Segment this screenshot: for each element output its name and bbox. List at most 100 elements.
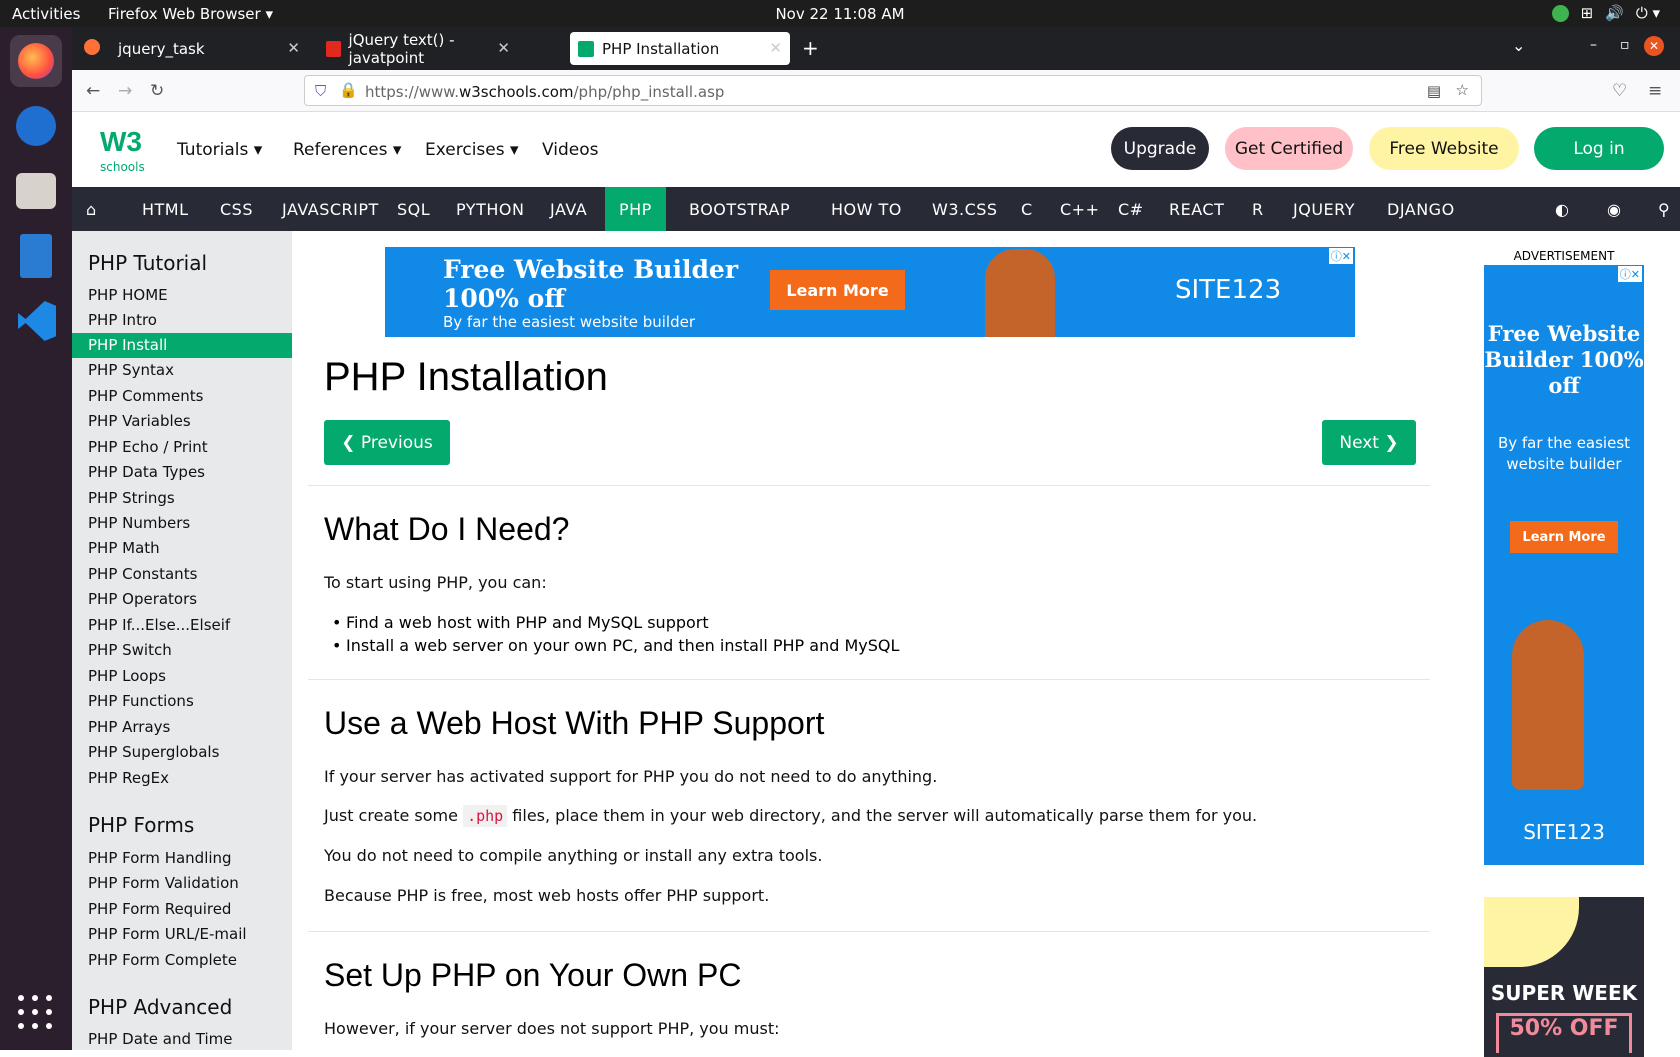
ad-title-line2: 100% off: [443, 284, 565, 313]
firefox-dock-icon[interactable]: [10, 35, 62, 87]
close-tab-icon[interactable]: ✕: [287, 39, 300, 57]
sidebar-item[interactable]: PHP Operators: [72, 587, 292, 612]
globe-icon[interactable]: ◉: [1593, 187, 1635, 231]
sidebar-item[interactable]: PHP Loops: [72, 664, 292, 689]
sidebar-item[interactable]: PHP Data Types: [72, 460, 292, 485]
sidebar-item[interactable]: PHP Functions: [72, 689, 292, 714]
tab-php-installation[interactable]: PHP Installation ✕: [570, 32, 790, 65]
sidebar-heading-forms: PHP Forms: [88, 813, 195, 837]
list-tabs-icon[interactable]: ⌄: [1512, 36, 1525, 55]
tab-javatpoint[interactable]: jQuery text() - javatpoint ✕: [318, 31, 518, 67]
new-tab-button[interactable]: +: [802, 36, 819, 60]
ad-close-icon[interactable]: ⓘ✕: [1617, 266, 1642, 282]
menu-videos[interactable]: Videos: [542, 140, 599, 160]
sidebar-item[interactable]: PHP RegEx: [72, 766, 292, 791]
topnav-w3css[interactable]: W3.CSS: [918, 187, 1012, 231]
reader-view-icon[interactable]: ▤: [1427, 82, 1441, 100]
sidebar-item-active[interactable]: PHP Install: [72, 333, 292, 358]
login-button[interactable]: Log in: [1534, 127, 1664, 170]
topnav-react[interactable]: REACT: [1155, 187, 1238, 231]
topnav-csharp[interactable]: C#: [1104, 187, 1158, 231]
tab-jquery-task[interactable]: jquery_task ✕: [108, 32, 308, 65]
paragraph: You do not need to compile anything or i…: [324, 846, 823, 865]
ad-close-icon[interactable]: ⓘ✕: [1328, 248, 1353, 264]
sidebar-item[interactable]: PHP HOME: [72, 283, 292, 308]
sidebar-item[interactable]: PHP Numbers: [72, 511, 292, 536]
sidebar-item[interactable]: PHP Form Complete: [72, 948, 292, 973]
banner-ad[interactable]: Free Website Builder 100% off By far the…: [385, 247, 1355, 337]
dark-mode-icon[interactable]: ◐: [1541, 187, 1583, 231]
close-window-button[interactable]: ✕: [1644, 36, 1664, 56]
tracking-shield-icon[interactable]: ⛉: [315, 82, 326, 100]
url-bar[interactable]: ⛉ 🔒 https://www.w3schools.com/php/php_in…: [304, 75, 1482, 106]
get-certified-button[interactable]: Get Certified: [1225, 127, 1353, 170]
sidebar-item[interactable]: PHP Switch: [72, 638, 292, 663]
sidebar-item[interactable]: PHP Form Validation: [72, 871, 292, 896]
sidebar-item[interactable]: PHP Arrays: [72, 715, 292, 740]
sidebar-item[interactable]: PHP Intro: [72, 308, 292, 333]
menu-icon[interactable]: ≡: [1648, 81, 1662, 101]
topnav-css[interactable]: CSS: [206, 187, 267, 231]
sidebar-item[interactable]: PHP Date and Time: [72, 1027, 292, 1052]
sidebar-item[interactable]: PHP Math: [72, 536, 292, 561]
upgrade-button[interactable]: Upgrade: [1111, 127, 1209, 170]
topnav-javascript[interactable]: JAVASCRIPT: [268, 187, 393, 231]
show-apps-button[interactable]: [18, 995, 54, 1031]
lock-icon[interactable]: 🔒: [339, 81, 358, 99]
ad-learn-more-button[interactable]: Learn More: [1510, 521, 1618, 553]
back-button[interactable]: ←: [86, 81, 100, 101]
previous-button[interactable]: ❮ Previous: [324, 420, 450, 465]
topnav-r[interactable]: R: [1238, 187, 1278, 231]
home-icon[interactable]: ⌂: [72, 187, 111, 231]
topnav-django[interactable]: DJANGO: [1373, 187, 1469, 231]
close-tab-icon[interactable]: ✕: [497, 39, 510, 57]
topnav-python[interactable]: PYTHON: [442, 187, 538, 231]
bookmark-star-icon[interactable]: ☆: [1456, 81, 1469, 99]
sidebar-item[interactable]: PHP Echo / Print: [72, 435, 292, 460]
vscode-dock-icon[interactable]: [10, 295, 62, 347]
writer-dock-icon[interactable]: [10, 230, 62, 282]
topnav-java[interactable]: JAVA: [536, 187, 601, 231]
pocket-icon[interactable]: ♡: [1612, 81, 1627, 101]
sidebar-item[interactable]: PHP Comments: [72, 384, 292, 409]
app-menu[interactable]: Firefox Web Browser ▾: [108, 5, 273, 23]
maximize-button[interactable]: ▫: [1620, 37, 1630, 53]
menu-exercises[interactable]: Exercises ▾: [425, 140, 519, 160]
topnav-bootstrap[interactable]: BOOTSTRAP: [675, 187, 804, 231]
sidebar-item[interactable]: PHP Constants: [72, 562, 292, 587]
topnav-sql[interactable]: SQL: [383, 187, 444, 231]
topnav-php[interactable]: PHP: [605, 187, 666, 231]
files-dock-icon[interactable]: [10, 165, 62, 217]
thunderbird-dock-icon[interactable]: [10, 100, 62, 152]
topnav-html[interactable]: HTML: [128, 187, 203, 231]
menu-references[interactable]: References ▾: [293, 140, 401, 160]
free-website-button[interactable]: Free Website: [1369, 127, 1519, 170]
sidebar-item[interactable]: PHP Strings: [72, 486, 292, 511]
sidebar-item[interactable]: PHP Superglobals: [72, 740, 292, 765]
menu-tutorials[interactable]: Tutorials ▾: [177, 140, 262, 160]
ad-learn-more-button[interactable]: Learn More: [770, 270, 905, 310]
paragraph: If your server has activated support for…: [324, 767, 938, 786]
reload-button[interactable]: ↻: [150, 81, 164, 101]
topnav-jquery[interactable]: JQUERY: [1279, 187, 1369, 231]
w3schools-logo[interactable]: W3 schools: [100, 126, 150, 174]
topnav-howto[interactable]: HOW TO: [817, 187, 916, 231]
activities-button[interactable]: Activities: [12, 5, 80, 23]
sidebar-item[interactable]: PHP Form Required: [72, 897, 292, 922]
vertical-ad[interactable]: ⓘ✕ Free Website Builder 100% off By far …: [1484, 265, 1644, 865]
logo-w3: W3: [100, 126, 142, 157]
firefox-view-icon[interactable]: [84, 39, 100, 55]
system-tray[interactable]: ⊞ 🔊 ⏻ ▾: [1551, 4, 1660, 22]
search-icon[interactable]: ⚲: [1644, 187, 1680, 231]
close-tab-icon[interactable]: ✕: [769, 39, 782, 57]
sidebar-item[interactable]: PHP Form Handling: [72, 846, 292, 871]
sidebar-item[interactable]: PHP Syntax: [72, 358, 292, 383]
forward-button[interactable]: →: [118, 81, 132, 101]
sidebar-item[interactable]: PHP Form URL/E-mail: [72, 922, 292, 947]
sidebar-item[interactable]: PHP Variables: [72, 409, 292, 434]
sidebar-item[interactable]: PHP If...Else...Elseif: [72, 613, 292, 638]
next-button[interactable]: Next ❯: [1322, 420, 1416, 465]
super-week-ad[interactable]: SUPER WEEK 50% OFF: [1484, 897, 1644, 1057]
minimize-button[interactable]: –: [1590, 37, 1597, 53]
topnav-c[interactable]: C: [1007, 187, 1047, 231]
